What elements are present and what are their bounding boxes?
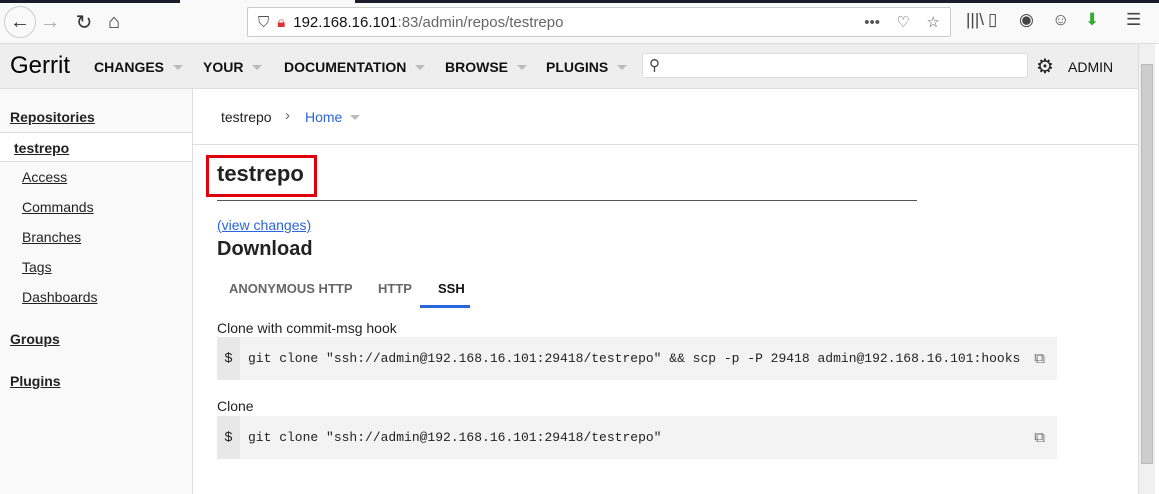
pocket-icon[interactable]: ♡: [897, 13, 910, 31]
view-changes-link[interactable]: (view changes): [217, 217, 311, 233]
divider: [193, 144, 1138, 145]
prompt: $: [217, 337, 240, 380]
command-label: Clone with commit-msg hook: [217, 320, 397, 336]
prompt: $: [217, 416, 240, 459]
sidebar-item-access[interactable]: Access: [22, 169, 67, 185]
title-underline: [217, 200, 917, 201]
insecure-lock-icon: 🔒︎: [277, 13, 286, 31]
sidebar-groups[interactable]: Groups: [10, 331, 60, 347]
sidebar-item-branches[interactable]: Branches: [22, 229, 81, 245]
copy-icon[interactable]: ⧉: [1034, 349, 1045, 367]
search-input[interactable]: ⚲: [642, 53, 1028, 78]
menu-browse[interactable]: BROWSE: [445, 59, 527, 75]
page-title: testrepo: [217, 161, 304, 186]
sidebar-repo-label: testrepo: [14, 140, 70, 156]
menu-your[interactable]: YOUR: [203, 59, 263, 75]
download-heading: Download: [217, 238, 313, 260]
sidebar-item-dashboards[interactable]: Dashboards: [22, 289, 98, 305]
copy-icon[interactable]: ⧉: [1034, 428, 1045, 446]
tab-strip: [355, 0, 1159, 3]
browser-toolbar: ← → ↻ ⌂ ⛉ 🔒︎ 192.168.16.101:83/admin/rep…: [0, 0, 1159, 44]
gerrit-header: Gerrit CHANGES YOUR DOCUMENTATION BROWSE…: [0, 44, 1138, 89]
back-icon[interactable]: ←: [4, 6, 36, 38]
gerrit-logo[interactable]: Gerrit: [10, 52, 70, 80]
menu-plugins[interactable]: PLUGINS: [546, 59, 628, 75]
sidebar-item-commands[interactable]: Commands: [22, 199, 94, 215]
command-text[interactable]: git clone "ssh://admin@192.168.16.101:29…: [248, 351, 1028, 366]
home-icon[interactable]: ⌂: [98, 6, 130, 38]
sidebar-item-tags[interactable]: Tags: [22, 259, 52, 275]
scrollbar[interactable]: [1138, 44, 1155, 494]
forward-icon[interactable]: →: [34, 6, 66, 38]
tab-ssh[interactable]: SSH: [438, 281, 465, 296]
command-box: $ git clone "ssh://admin@192.168.16.101:…: [217, 416, 1057, 459]
extension-icon[interactable]: ☺: [1052, 10, 1069, 30]
active-tab-indicator: [420, 305, 470, 308]
sidebar-icon[interactable]: ▯: [988, 10, 997, 30]
shield-icon: ⛉: [258, 13, 270, 31]
url-host: 192.168.16.101: [293, 13, 398, 31]
url-path: :83/admin/repos/testrepo: [397, 13, 564, 31]
account-icon[interactable]: ◉: [1019, 10, 1034, 30]
search-icon: ⚲: [649, 57, 660, 74]
breadcrumb-repo: testrepo: [221, 109, 272, 125]
tab-strip: [0, 0, 180, 3]
chevron-down-icon[interactable]: [350, 115, 360, 120]
command-text[interactable]: git clone "ssh://admin@192.168.16.101:29…: [248, 430, 1028, 445]
url-bar[interactable]: ⛉ 🔒︎ 192.168.16.101:83/admin/repos/testr…: [247, 7, 951, 37]
gear-icon[interactable]: ⚙: [1036, 54, 1054, 79]
chevron-right-icon: ›: [285, 107, 290, 124]
tab-http[interactable]: HTTP: [378, 281, 412, 296]
command-box: $ git clone "ssh://admin@192.168.16.101:…: [217, 337, 1057, 380]
breadcrumb-page-dropdown[interactable]: Home: [305, 109, 342, 125]
download-extension-icon[interactable]: ⬇: [1085, 10, 1099, 30]
sidebar: Repositories testrepo Access Commands Br…: [0, 89, 193, 494]
sidebar-repositories[interactable]: Repositories: [10, 109, 95, 125]
sidebar-plugins[interactable]: Plugins: [10, 373, 61, 389]
reload-icon[interactable]: ↻: [68, 6, 100, 38]
menu-documentation[interactable]: DOCUMENTATION: [284, 59, 426, 75]
user-menu[interactable]: ADMIN: [1068, 59, 1113, 75]
sidebar-repo-selected[interactable]: testrepo: [0, 132, 192, 162]
main-content: testrepo › Home testrepo (view changes) …: [193, 89, 1138, 494]
scrollbar-thumb[interactable]: [1141, 64, 1153, 464]
more-icon[interactable]: •••: [864, 14, 880, 31]
menu-icon[interactable]: ☰: [1126, 10, 1141, 30]
library-icon[interactable]: |||\: [966, 10, 984, 30]
command-label: Clone: [217, 398, 254, 414]
bookmark-star-icon[interactable]: ☆: [927, 13, 940, 31]
tab-anonymous-http[interactable]: ANONYMOUS HTTP: [229, 281, 353, 296]
menu-changes[interactable]: CHANGES: [94, 59, 184, 75]
